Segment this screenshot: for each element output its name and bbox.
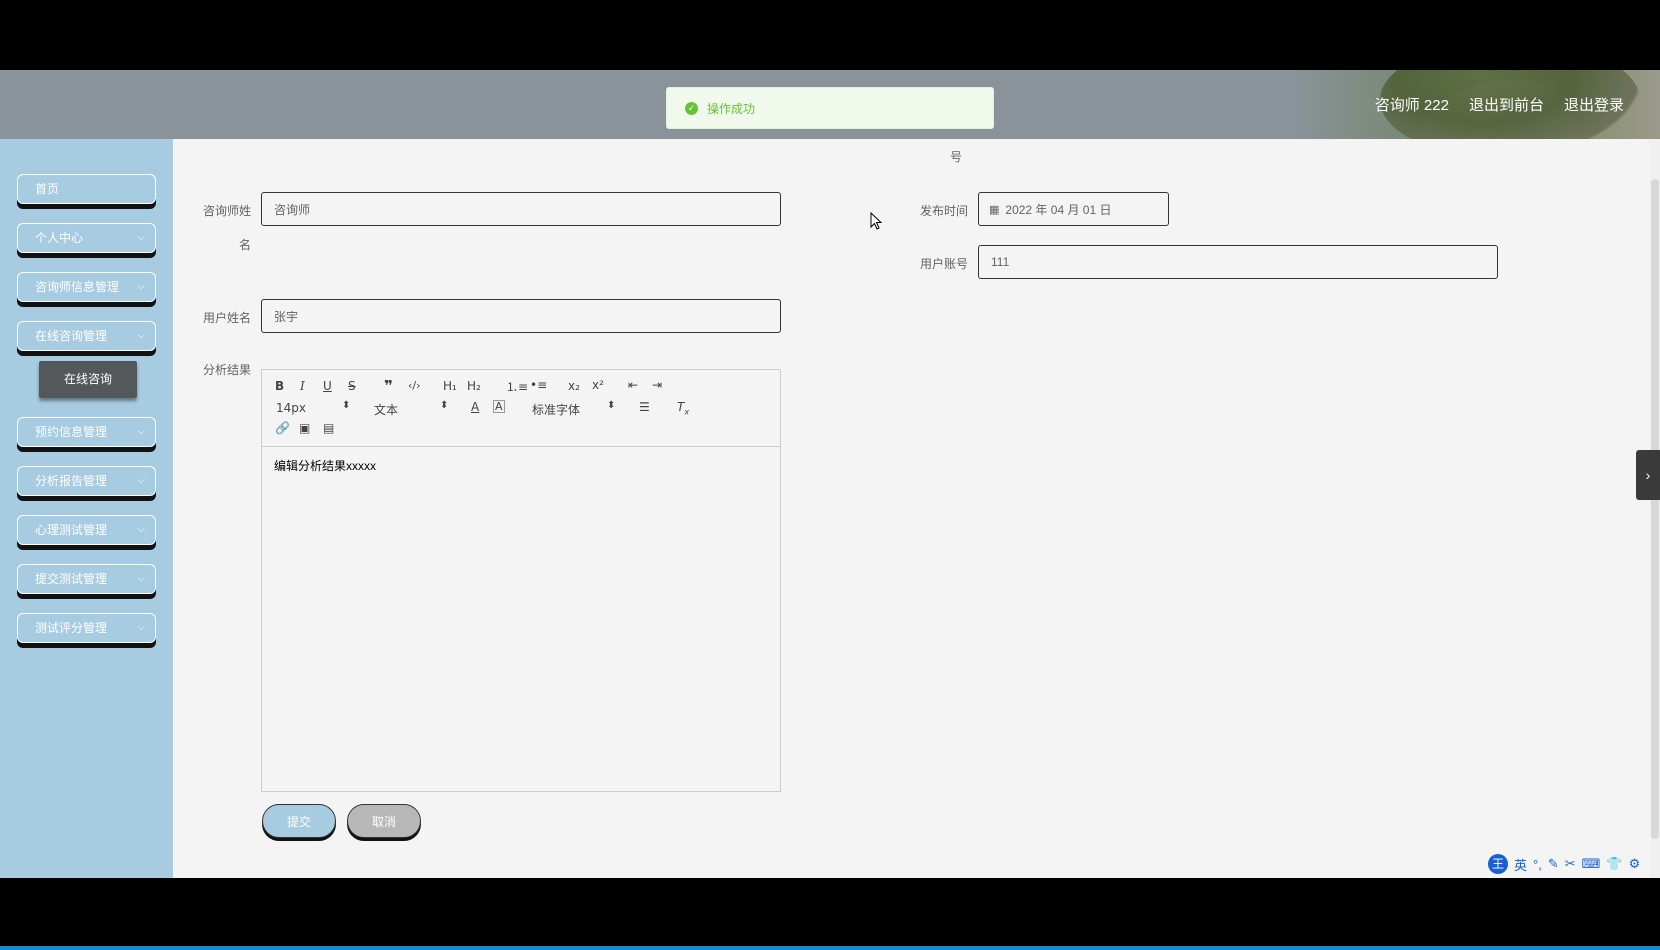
link-icon[interactable]: 🔗 — [275, 421, 290, 435]
updown-arrows-icon: ⬍ — [607, 400, 616, 411]
updown-arrows-icon: ⬍ — [440, 400, 449, 411]
punctuation-icon[interactable]: °, — [1533, 857, 1542, 872]
italic-icon[interactable]: I — [300, 379, 305, 393]
sidebar-item-label: 心理测试管理 — [35, 523, 108, 537]
calendar-icon: ▦ — [989, 203, 1000, 216]
logout-link[interactable]: 退出登录 — [1564, 94, 1624, 115]
code-icon[interactable]: ‹/› — [408, 379, 421, 392]
chevron-down-icon: ⌵ — [137, 281, 145, 292]
result-label: 分析结果 — [202, 363, 251, 377]
publish-time-field[interactable]: ▦ 2022 年 04 月 01 日 — [978, 192, 1169, 226]
indent-icon[interactable]: ⇥ — [652, 378, 662, 392]
ime-lang-toggle[interactable]: 英 — [1514, 855, 1527, 874]
page-scrollbar[interactable] — [1650, 139, 1660, 878]
sidebar-item-personal-center[interactable]: 个人中心 ⌵ — [17, 223, 156, 253]
sidebar-item-label: 提交测试管理 — [35, 572, 108, 586]
keyboard-icon[interactable]: ⌨ — [1582, 856, 1601, 872]
counselor-name-label: 咨询师姓 — [202, 204, 251, 218]
underline-icon[interactable]: U — [323, 379, 332, 393]
check-circle-icon: ✓ — [685, 101, 698, 115]
user-account-value: 111 — [991, 255, 1010, 269]
bottom-taskbar-edge — [0, 946, 1660, 950]
sidebar-item-label: 首页 — [35, 182, 60, 196]
publish-time-value: 2022 年 04 月 01 日 — [1005, 202, 1112, 217]
sidebar-item-home[interactable]: 首页 — [17, 174, 156, 204]
counselor-name-label-cont: 名 — [238, 238, 251, 252]
chevron-down-icon: ⌵ — [137, 475, 145, 486]
sidebar: 首页 个人中心 ⌵ 咨询师信息管理 ⌵ 在线咨询管理 ⌵ 预约信息管理 ⌵ 分析… — [0, 139, 173, 878]
ime-toolbar: 王 英 °, ✎ ✂ ⌨ 👕 ⚙ — [1488, 854, 1640, 874]
sidebar-item-label: 在线咨询管理 — [35, 329, 108, 343]
editor-content: 编辑分析结果xxxxx — [274, 459, 377, 473]
success-toast: ✓ 操作成功 — [666, 87, 994, 129]
chevron-down-icon: ⌵ — [137, 232, 145, 243]
subscript-icon[interactable]: x₂ — [568, 379, 580, 393]
blockquote-icon[interactable]: ❞ — [384, 377, 393, 395]
publish-time-label: 发布时间 — [919, 204, 968, 218]
submit-button[interactable]: 提交 — [262, 804, 336, 838]
chevron-down-icon: ⌵ — [137, 622, 145, 633]
sidebar-item-label: 咨询师信息管理 — [35, 280, 120, 294]
superscript-icon[interactable]: x² — [592, 378, 604, 392]
sidebar-item-online-consult[interactable]: 在线咨询管理 ⌵ — [17, 321, 156, 351]
chevron-down-icon: ⌵ — [137, 573, 145, 584]
chevron-down-icon: ⌵ — [137, 524, 145, 535]
top-fragment-text: 号 — [950, 150, 963, 164]
sidebar-item-counselor-info[interactable]: 咨询师信息管理 ⌵ — [17, 272, 156, 302]
back-to-front-link[interactable]: 退出到前台 — [1469, 94, 1544, 115]
side-expand-tab[interactable]: › — [1636, 450, 1660, 500]
outdent-icon[interactable]: ⇤ — [628, 378, 638, 392]
updown-arrows-icon: ⬍ — [342, 400, 351, 411]
skin-icon[interactable]: 👕 — [1606, 856, 1622, 872]
editor-toolbar: B I U S ❞ ‹/› H₁ H₂ ⒈≡ •≡ x₂ x² ⇤ ⇥ 14px… — [262, 370, 780, 447]
submenu-online-consult[interactable]: 在线咨询 — [39, 361, 137, 398]
counselor-name-value: 咨询师 — [274, 202, 311, 217]
user-account-field[interactable]: 111 — [978, 245, 1498, 279]
screen-frame: 咨询师 222 退出到前台 退出登录 ✓ 操作成功 首页 个人中心 ⌵ 咨询师信… — [0, 0, 1660, 950]
sidebar-item-appointment[interactable]: 预约信息管理 ⌵ — [17, 417, 156, 447]
background-color-icon[interactable]: A — [493, 400, 505, 413]
user-name-value: 张宇 — [274, 309, 299, 324]
sidebar-item-label: 预约信息管理 — [35, 425, 108, 439]
settings-gear-icon[interactable]: ⚙ — [1629, 856, 1641, 872]
user-name-field[interactable]: 张宇 — [261, 299, 781, 333]
text-color-icon[interactable]: A — [471, 400, 479, 414]
image-icon[interactable]: ▣ — [299, 421, 310, 435]
format-select[interactable]: 文本 — [374, 401, 398, 418]
bold-icon[interactable]: B — [275, 379, 284, 393]
pen-icon[interactable]: ✎ — [1548, 856, 1559, 872]
scrollbar-thumb[interactable] — [1651, 179, 1659, 839]
bullet-list-icon[interactable]: •≡ — [530, 378, 547, 392]
rich-text-editor: B I U S ❞ ‹/› H₁ H₂ ⒈≡ •≡ x₂ x² ⇤ ⇥ 14px… — [261, 369, 781, 792]
heading1-icon[interactable]: H₁ — [443, 379, 457, 393]
counselor-name-field[interactable]: 咨询师 — [261, 192, 781, 226]
toast-message: 操作成功 — [707, 101, 756, 116]
sidebar-item-label: 测试评分管理 — [35, 621, 108, 635]
header-links: 咨询师 222 退出到前台 退出登录 — [1375, 94, 1624, 115]
chevron-right-icon: › — [1645, 467, 1651, 483]
cancel-button[interactable]: 取消 — [347, 804, 421, 838]
sidebar-item-psych-test[interactable]: 心理测试管理 ⌵ — [17, 515, 156, 545]
video-icon[interactable]: ▤ — [323, 421, 334, 435]
sidebar-item-submit-test[interactable]: 提交测试管理 ⌵ — [17, 564, 156, 594]
ordered-list-icon[interactable]: ⒈≡ — [506, 378, 528, 395]
current-user: 咨询师 222 — [1374, 97, 1449, 114]
align-left-icon[interactable]: ☰ — [639, 400, 650, 414]
sidebar-item-test-scoring[interactable]: 测试评分管理 ⌵ — [17, 613, 156, 643]
chevron-down-icon: ⌵ — [137, 330, 145, 341]
user-name-label: 用户姓名 — [202, 311, 251, 325]
clear-format-icon[interactable]: Tx — [677, 400, 689, 416]
strikethrough-icon[interactable]: S — [348, 379, 356, 393]
sidebar-item-label: 个人中心 — [35, 231, 84, 245]
heading2-icon[interactable]: H₂ — [467, 379, 481, 393]
font-size-select[interactable]: 14px — [276, 401, 306, 415]
user-account-label: 用户账号 — [919, 257, 968, 271]
chevron-down-icon: ⌵ — [137, 426, 145, 437]
ime-logo-icon[interactable]: 王 — [1488, 854, 1508, 874]
scissors-icon[interactable]: ✂ — [1565, 856, 1576, 872]
sidebar-item-label: 分析报告管理 — [35, 474, 108, 488]
font-family-select[interactable]: 标准字体 — [532, 401, 580, 418]
sidebar-item-analysis-report[interactable]: 分析报告管理 ⌵ — [17, 466, 156, 496]
editor-body[interactable]: 编辑分析结果xxxxx — [262, 447, 780, 484]
